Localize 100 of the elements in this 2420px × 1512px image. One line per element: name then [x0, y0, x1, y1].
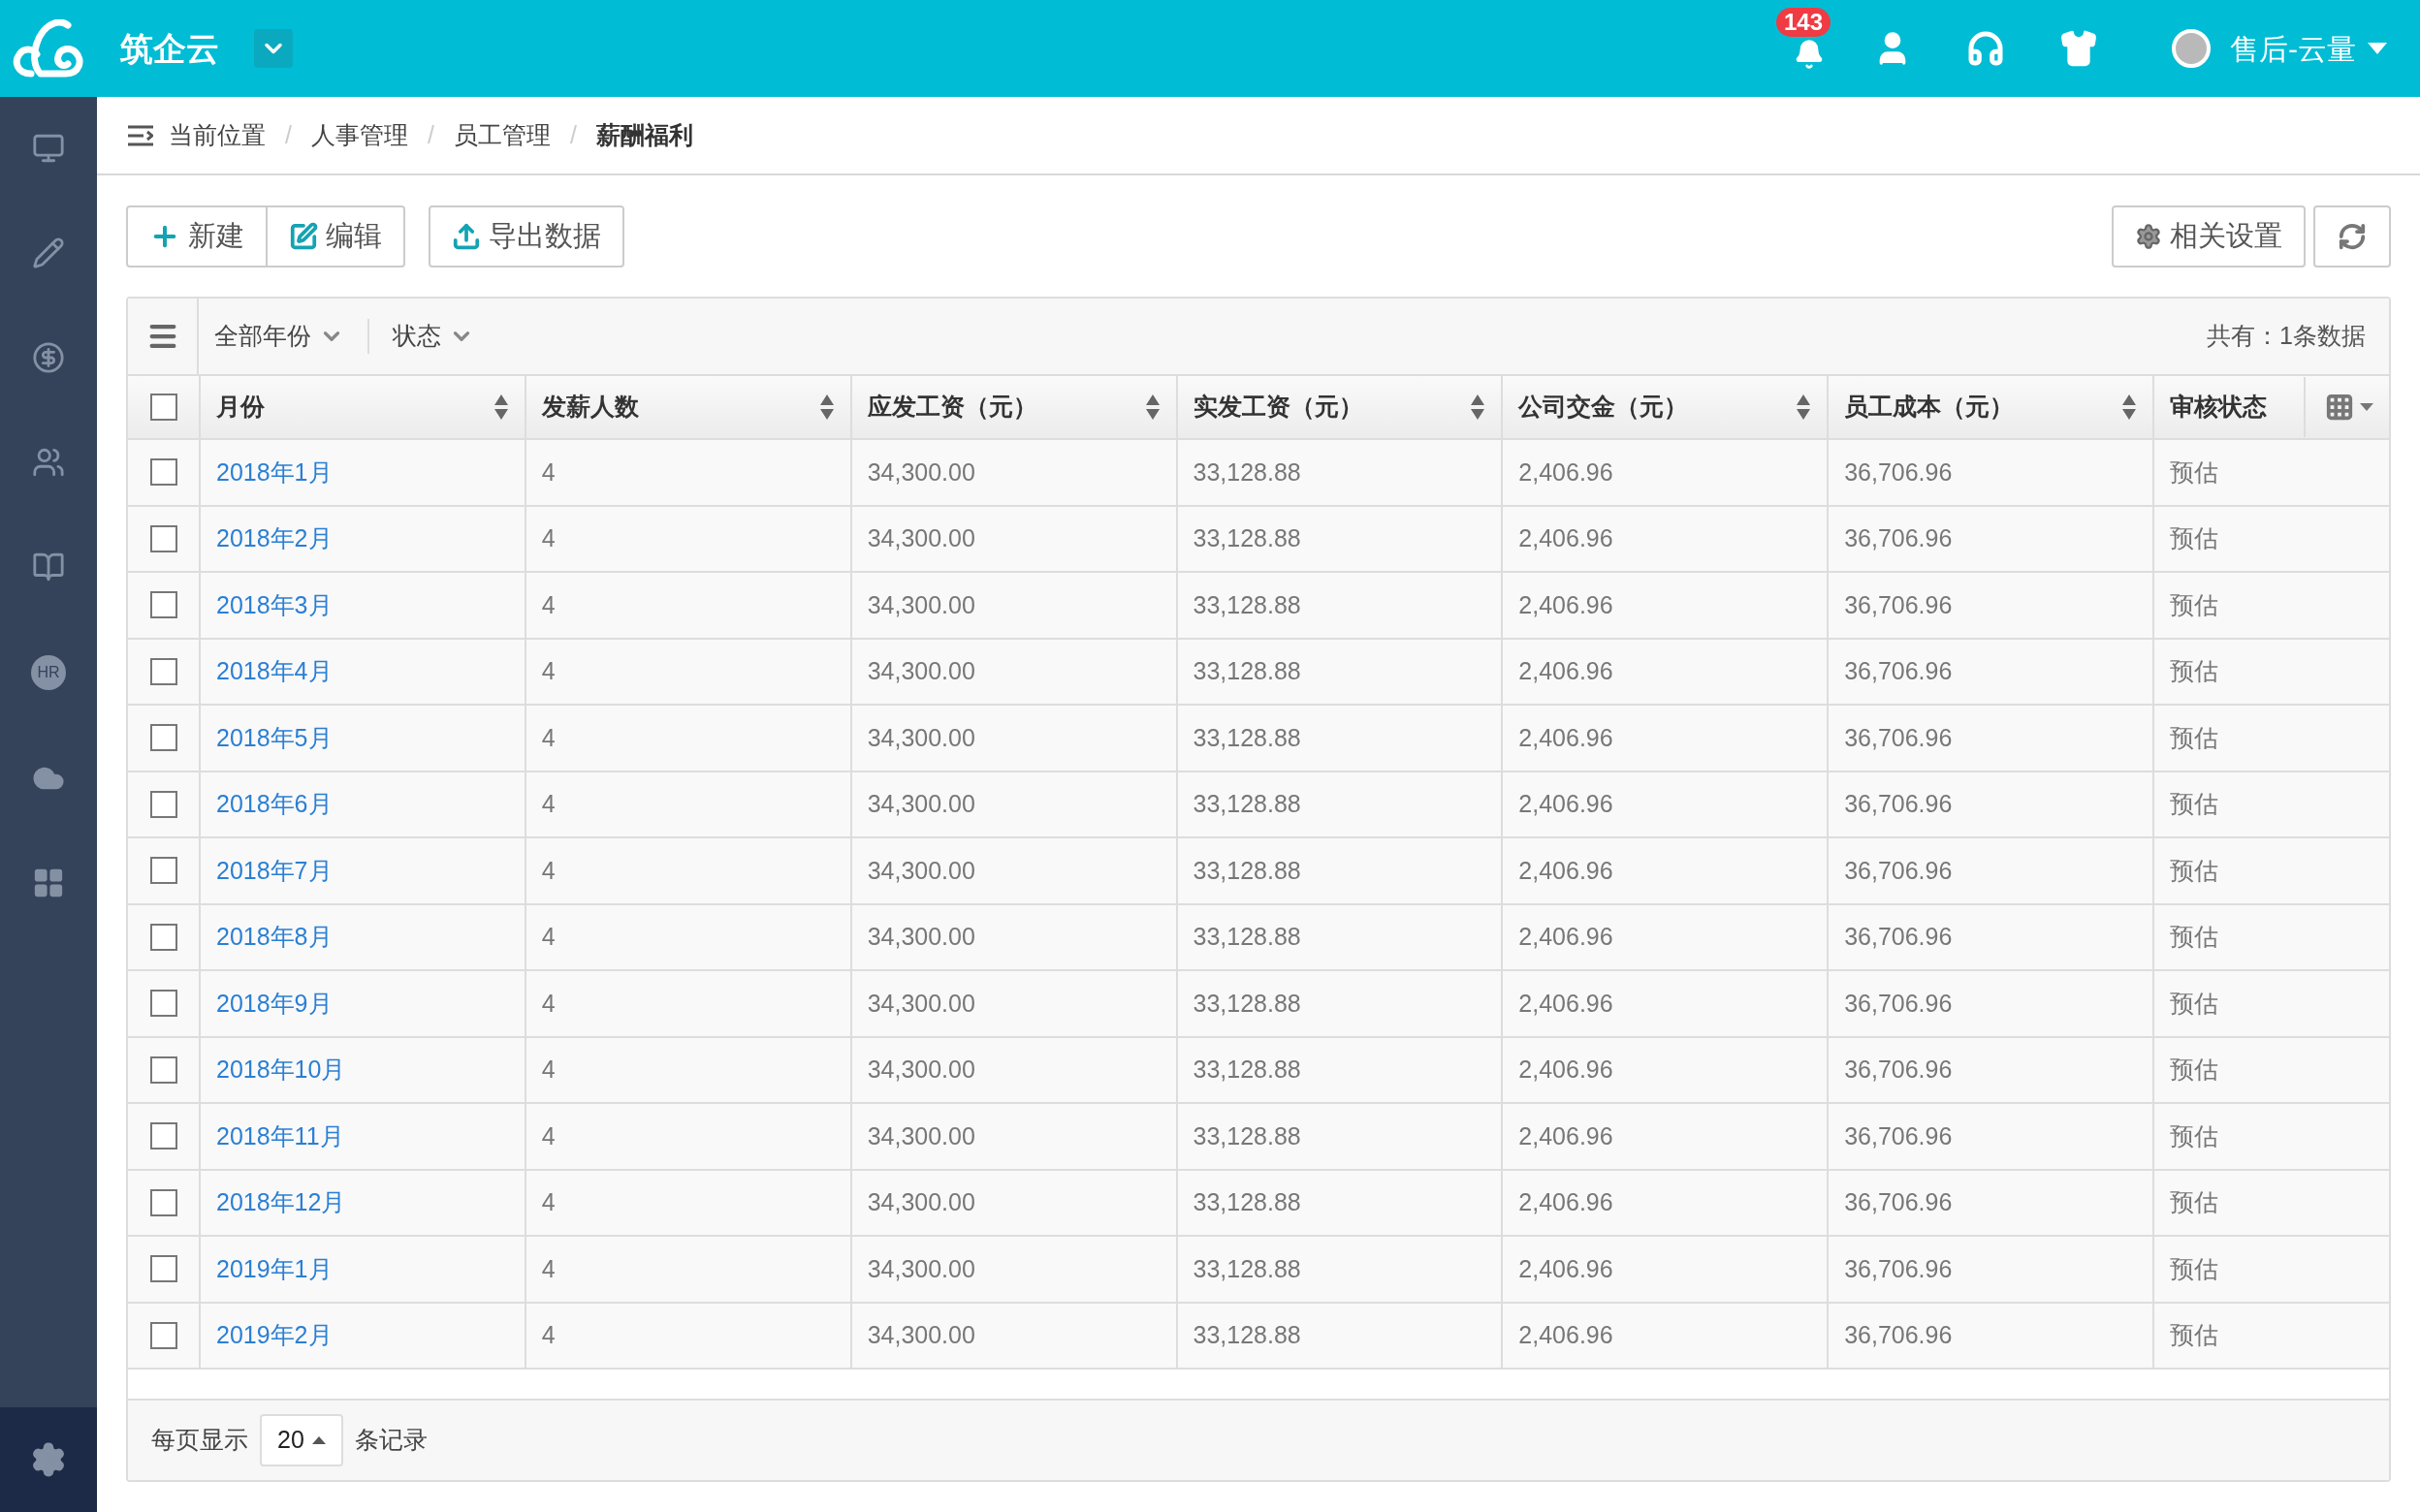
- table-row[interactable]: 2018年11月 4 34,300.00 33,128.88 2,406.96 36,706.96 预估: [128, 1104, 2389, 1171]
- sort-icon[interactable]: [1144, 394, 1161, 421]
- table-cell-text: 34,300.00: [867, 1055, 975, 1085]
- checkbox[interactable]: [149, 591, 177, 619]
- sort-icon[interactable]: [818, 394, 835, 421]
- checkbox[interactable]: [149, 790, 177, 818]
- breadcrumb-item[interactable]: 当前位置: [169, 116, 266, 154]
- month-link[interactable]: 2018年9月: [216, 985, 333, 1022]
- checkbox[interactable]: [149, 1188, 177, 1216]
- table-row[interactable]: 2018年4月 4 34,300.00 33,128.88 2,406.96 36,706.96 预估: [128, 639, 2389, 706]
- month-link[interactable]: 2018年11月: [216, 1118, 344, 1154]
- checkbox[interactable]: [149, 1255, 177, 1283]
- table-cell-text: 2,406.96: [1518, 656, 1613, 686]
- table-row[interactable]: 2018年2月 4 34,300.00 33,128.88 2,406.96 36,706.96 预估: [128, 506, 2389, 573]
- table-row[interactable]: 2018年12月 4 34,300.00 33,128.88 2,406.96 36,706.96 预估: [128, 1170, 2389, 1237]
- month-link[interactable]: 2018年12月: [216, 1184, 346, 1221]
- column-header[interactable]: 月份: [216, 389, 265, 425]
- table-cell-text: 预估: [2170, 722, 2218, 753]
- month-link[interactable]: 2018年3月: [216, 586, 333, 623]
- table-row[interactable]: 2018年10月 4 34,300.00 33,128.88 2,406.96 36,706.96 预估: [128, 1037, 2389, 1104]
- table-cell-text: 2,406.96: [1518, 855, 1613, 886]
- month-link[interactable]: 2018年10月: [216, 1052, 346, 1088]
- table-row[interactable]: 2019年1月 4 34,300.00 33,128.88 2,406.96 36,706.96 预估: [128, 1237, 2389, 1304]
- month-link[interactable]: 2018年4月: [216, 653, 333, 690]
- breadcrumb-item[interactable]: 员工管理: [453, 116, 551, 154]
- hr-icon[interactable]: HR: [31, 655, 66, 690]
- sort-icon[interactable]: [2121, 394, 2137, 421]
- table-cell-text: 4: [541, 1120, 556, 1151]
- export-button[interactable]: 导出数据: [429, 205, 624, 268]
- table-row[interactable]: 2018年8月 4 34,300.00 33,128.88 2,406.96 36,706.96 预估: [128, 904, 2389, 971]
- checkbox[interactable]: [149, 724, 177, 752]
- checkbox[interactable]: [149, 1122, 177, 1150]
- table-cell-text: 36,706.96: [1844, 457, 1953, 488]
- notification-badge: 143: [1776, 8, 1831, 37]
- sort-icon[interactable]: [1470, 394, 1486, 421]
- toolbar-button[interactable]: 新建: [126, 205, 268, 268]
- checkbox[interactable]: [149, 990, 177, 1018]
- month-link[interactable]: 2019年2月: [216, 1317, 333, 1354]
- table-row[interactable]: 2018年9月 4 34,300.00 33,128.88 2,406.96 36,706.96 预估: [128, 971, 2389, 1038]
- month-link[interactable]: 2018年2月: [216, 520, 333, 557]
- column-header[interactable]: 实发工资（元）: [1193, 389, 1363, 425]
- toolbar-button[interactable]: 编辑: [268, 205, 405, 268]
- table-row[interactable]: 2018年1月 4 34,300.00 33,128.88 2,406.96 36,706.96 预估: [128, 440, 2389, 507]
- month-link[interactable]: 2018年1月: [216, 454, 333, 490]
- checkbox[interactable]: [149, 857, 177, 885]
- checkbox[interactable]: [149, 458, 177, 487]
- settings-icon[interactable]: [30, 1441, 67, 1478]
- column-header[interactable]: 应发工资（元）: [867, 389, 1037, 425]
- brand-dropdown-button[interactable]: [254, 29, 293, 68]
- headset-icon[interactable]: [1966, 29, 2005, 68]
- bell-icon[interactable]: [1794, 39, 1825, 70]
- settings-button[interactable]: 相关设置: [2112, 205, 2306, 268]
- month-link[interactable]: 2018年6月: [216, 786, 333, 823]
- avatar[interactable]: [2172, 29, 2211, 68]
- filter-dropdown[interactable]: 状态: [377, 318, 490, 355]
- shirt-icon[interactable]: [2059, 29, 2098, 68]
- table-row[interactable]: 2018年7月 4 34,300.00 33,128.88 2,406.96 36,706.96 预估: [128, 838, 2389, 905]
- table-row[interactable]: 2018年5月 4 34,300.00 33,128.88 2,406.96 36,706.96 预估: [128, 706, 2389, 772]
- sort-icon[interactable]: [493, 394, 509, 421]
- total-count: 共有：1条数据: [2207, 321, 2366, 352]
- table-cell-text: 4: [541, 457, 556, 488]
- filter-dropdown[interactable]: 全部年份: [199, 318, 360, 355]
- book-icon[interactable]: [32, 551, 65, 583]
- sort-icon[interactable]: [1796, 394, 1812, 421]
- table-cell-text: 预估: [2170, 922, 2218, 952]
- month-link[interactable]: 2019年1月: [216, 1250, 333, 1287]
- checkbox[interactable]: [149, 923, 177, 951]
- table-cell-text: 36,706.96: [1844, 523, 1953, 553]
- checkbox[interactable]: [149, 394, 177, 421]
- breadcrumb-item[interactable]: 人事管理: [310, 116, 408, 154]
- table-cell-text: 4: [541, 523, 556, 553]
- column-header[interactable]: 员工成本（元）: [1844, 389, 2015, 425]
- table-row[interactable]: 2019年2月 4 34,300.00 33,128.88 2,406.96 36,706.96 预估: [128, 1303, 2389, 1370]
- refresh-button[interactable]: [2313, 205, 2391, 268]
- caret-up-icon: [311, 1436, 326, 1444]
- month-link[interactable]: 2018年7月: [216, 852, 333, 889]
- table-cell-text: 33,128.88: [1193, 722, 1301, 753]
- monitor-icon[interactable]: [32, 132, 65, 165]
- table-cell-text: 2,406.96: [1518, 589, 1613, 620]
- checkbox[interactable]: [149, 1055, 177, 1084]
- column-header[interactable]: 发薪人数: [541, 389, 639, 425]
- page-size-select[interactable]: 20: [260, 1414, 343, 1466]
- table-row[interactable]: 2018年3月 4 34,300.00 33,128.88 2,406.96 36,706.96 预估: [128, 573, 2389, 640]
- table-cell-text: 36,706.96: [1844, 1253, 1953, 1284]
- user-menu[interactable]: 售后-云量: [2230, 26, 2387, 71]
- users-icon[interactable]: [32, 446, 65, 479]
- month-link[interactable]: 2018年8月: [216, 919, 333, 956]
- coin-icon[interactable]: [32, 341, 65, 374]
- table-row[interactable]: 2018年6月 4 34,300.00 33,128.88 2,406.96 36,706.96 预估: [128, 772, 2389, 838]
- month-link[interactable]: 2018年5月: [216, 719, 333, 756]
- grid-icon[interactable]: [32, 866, 65, 899]
- checkbox[interactable]: [149, 657, 177, 685]
- checkbox[interactable]: [149, 524, 177, 552]
- column-header[interactable]: 审核状态: [2170, 389, 2267, 425]
- checkbox[interactable]: [149, 1321, 177, 1349]
- table-cell-text: 34,300.00: [867, 988, 975, 1019]
- table-cell-text: 2,406.96: [1518, 1187, 1613, 1217]
- table-cell-text: 33,128.88: [1193, 1187, 1301, 1217]
- pencil-icon[interactable]: [32, 236, 65, 269]
- column-header[interactable]: 公司交金（元）: [1518, 389, 1689, 425]
